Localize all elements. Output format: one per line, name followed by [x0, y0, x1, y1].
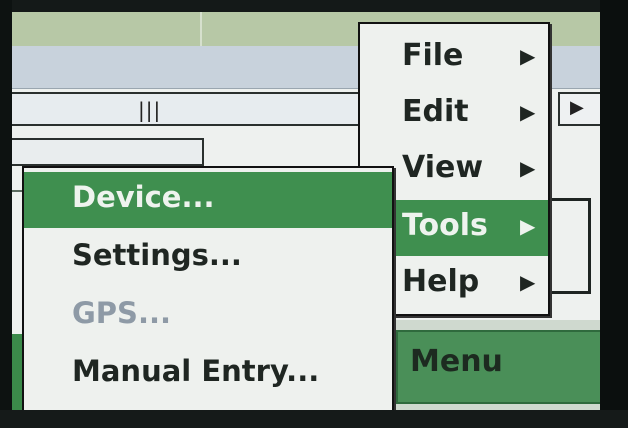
menu-item-edit[interactable]: Edit ▶: [360, 86, 548, 142]
menu-softkey-label: Menu: [410, 344, 503, 379]
menu-item-label: Edit: [402, 94, 469, 129]
arrow-right-icon: ▶: [570, 97, 584, 118]
submenu-item-manual-entry[interactable]: Manual Entry...: [24, 346, 392, 402]
submenu-arrow-icon: ▶: [520, 44, 536, 68]
menu-item-file[interactable]: File ▶: [360, 30, 548, 86]
device-screen: ||| ▶ Menu File ▶ Edit ▶ View ▶ Tools ▶ …: [12, 12, 600, 410]
submenu-item-label: Manual Entry...: [72, 354, 320, 388]
submenu-arrow-icon: ▶: [520, 214, 536, 238]
submenu-item-label: Device...: [72, 180, 215, 214]
submenu-item-device[interactable]: Device...: [24, 172, 392, 228]
submenu-arrow-icon: ▶: [520, 156, 536, 180]
device-bezel-left: [0, 0, 12, 428]
horizontal-scrollbar[interactable]: |||: [12, 92, 374, 126]
device-bezel-right: [600, 0, 628, 428]
submenu-arrow-icon: ▶: [520, 270, 536, 294]
submenu-item-label: Settings...: [72, 238, 242, 272]
device-bezel-top: [0, 0, 628, 12]
menu-item-label: Tools: [402, 208, 488, 243]
tools-submenu: Device... Settings... GPS... Manual Entr…: [22, 166, 394, 410]
submenu-arrow-icon: ▶: [520, 100, 536, 124]
scroll-right-button[interactable]: ▶: [558, 92, 600, 126]
submenu-item-label: GPS...: [72, 296, 171, 330]
submenu-item-gps[interactable]: GPS...: [24, 288, 392, 344]
menu-item-label: View: [402, 150, 484, 185]
background-input-field[interactable]: [12, 138, 204, 166]
title-bar-divider: [200, 12, 202, 46]
scrollbar-grip-icon[interactable]: |||: [138, 98, 161, 122]
menu-item-label: File: [402, 38, 464, 73]
device-bezel-bottom: [0, 410, 628, 428]
menu-item-label: Help: [402, 264, 480, 299]
menu-softkey-button[interactable]: Menu: [396, 330, 600, 404]
submenu-item-settings[interactable]: Settings...: [24, 230, 392, 286]
